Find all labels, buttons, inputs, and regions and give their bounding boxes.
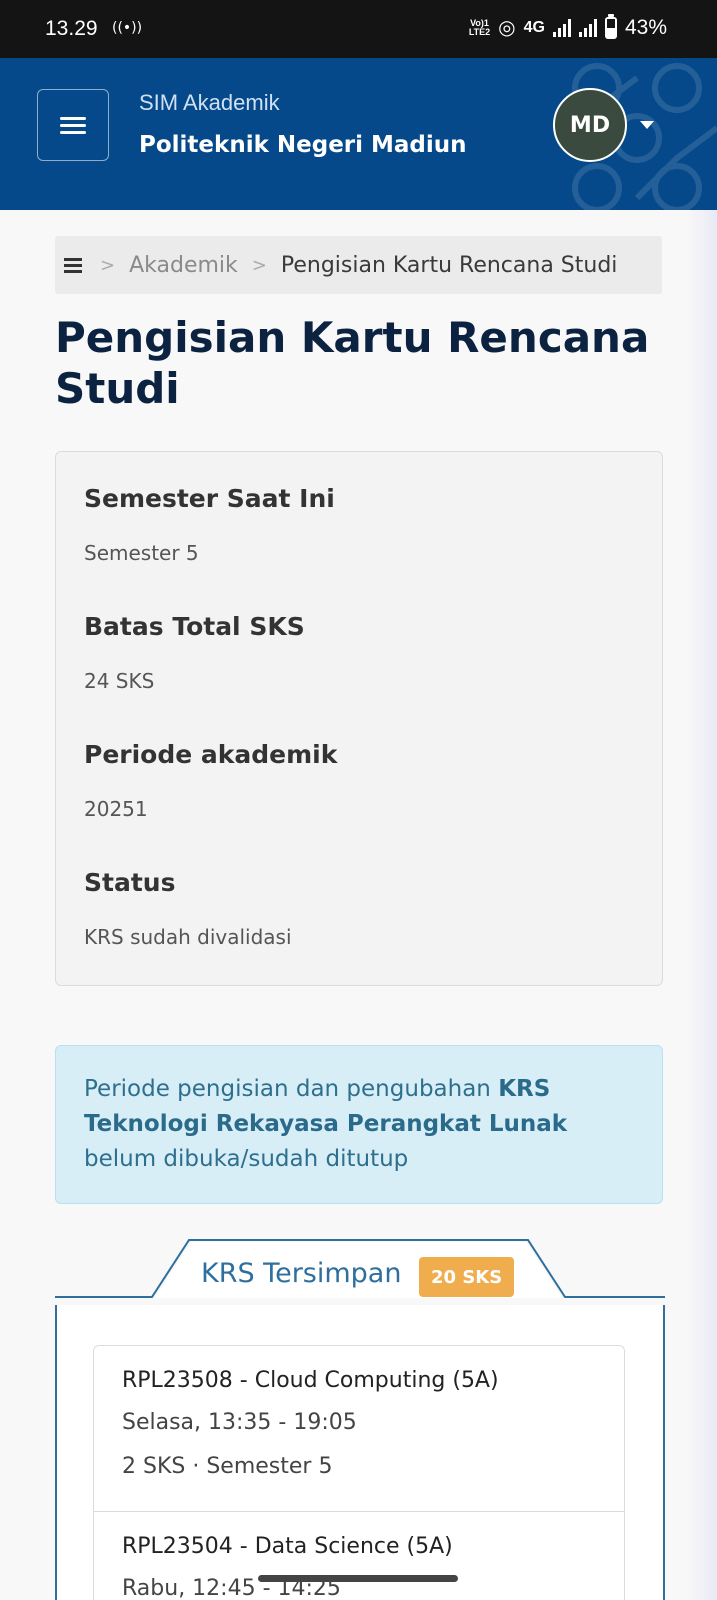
breadcrumb: > Akademik > Pengisian Kartu Rencana Stu… xyxy=(55,236,662,294)
breadcrumb-current: Pengisian Kartu Rencana Studi xyxy=(280,252,618,278)
status-indicators: Vo)1 LTE2 ◎ 4G 43% xyxy=(468,13,667,40)
caret-down-icon[interactable] xyxy=(640,121,654,129)
volte-icon: Vo)1 LTE2 xyxy=(468,17,491,37)
list-icon[interactable] xyxy=(64,257,84,273)
signal-icon-2 xyxy=(578,18,597,37)
semester-info-card: Semester Saat Ini Semester 5 Batas Total… xyxy=(55,451,663,986)
course-item[interactable]: RPL23508 - Cloud Computing (5A) Selasa, … xyxy=(94,1346,624,1511)
academic-period-value: 20251 xyxy=(84,797,148,821)
alert-text-prefix: Periode pengisian dan pengubahan xyxy=(84,1076,499,1102)
sks-limit-label: Batas Total SKS xyxy=(84,612,305,641)
hamburger-icon xyxy=(60,115,86,135)
signal-icon xyxy=(552,18,571,37)
wifi-calling-icon: ◎ xyxy=(498,17,516,39)
course-item[interactable]: RPL23504 - Data Science (5A) Rabu, 12:45… xyxy=(94,1511,624,1600)
hotspot-icon: ((•)) xyxy=(112,20,143,36)
app-name: SIM Akademik xyxy=(139,90,280,115)
edge-shade xyxy=(687,210,717,1600)
course-title: RPL23508 - Cloud Computing (5A) xyxy=(122,1368,499,1393)
battery-percent: 43% xyxy=(624,15,667,39)
chevron-right-icon: > xyxy=(251,254,267,276)
institution-name: Politeknik Negeri Madiun xyxy=(139,132,467,158)
network-type: 4G xyxy=(523,18,545,36)
user-avatar[interactable]: MD xyxy=(553,88,627,162)
course-title: RPL23504 - Data Science (5A) xyxy=(122,1534,453,1559)
page-title: Pengisian Kartu Rencana Studi xyxy=(55,313,650,413)
krs-period-alert: Periode pengisian dan pengubahan KRS Tek… xyxy=(55,1045,663,1204)
chevron-right-icon: > xyxy=(100,254,116,276)
semester-value: Semester 5 xyxy=(84,541,199,565)
app-header: SIM Akademik Politeknik Negeri Madiun MD xyxy=(0,58,717,210)
course-schedule: Selasa, 13:35 - 19:05 xyxy=(122,1410,357,1435)
sks-limit-value: 24 SKS xyxy=(84,669,155,693)
tab-krs-tersimpan[interactable]: KRS Tersimpan xyxy=(201,1258,401,1289)
battery-icon xyxy=(604,13,617,39)
breadcrumb-akademik[interactable]: Akademik xyxy=(129,253,238,278)
alert-text-suffix: belum dibuka/sudah ditutup xyxy=(84,1146,409,1172)
status-value: KRS sudah divalidasi xyxy=(84,925,292,949)
status-label: Status xyxy=(84,868,176,897)
semester-label: Semester Saat Ini xyxy=(84,484,335,513)
course-list: RPL23508 - Cloud Computing (5A) Selasa, … xyxy=(93,1345,625,1600)
menu-button[interactable] xyxy=(37,89,109,161)
sks-total-badge: 20 SKS xyxy=(419,1257,515,1297)
academic-period-label: Periode akademik xyxy=(84,740,338,769)
course-meta: 2 SKS · Semester 5 xyxy=(122,1454,333,1479)
status-bar: 13.29 ((•)) Vo)1 LTE2 ◎ 4G 43% xyxy=(0,0,717,58)
gesture-nav-bar[interactable] xyxy=(258,1575,458,1582)
status-time: 13.29 xyxy=(45,17,98,40)
